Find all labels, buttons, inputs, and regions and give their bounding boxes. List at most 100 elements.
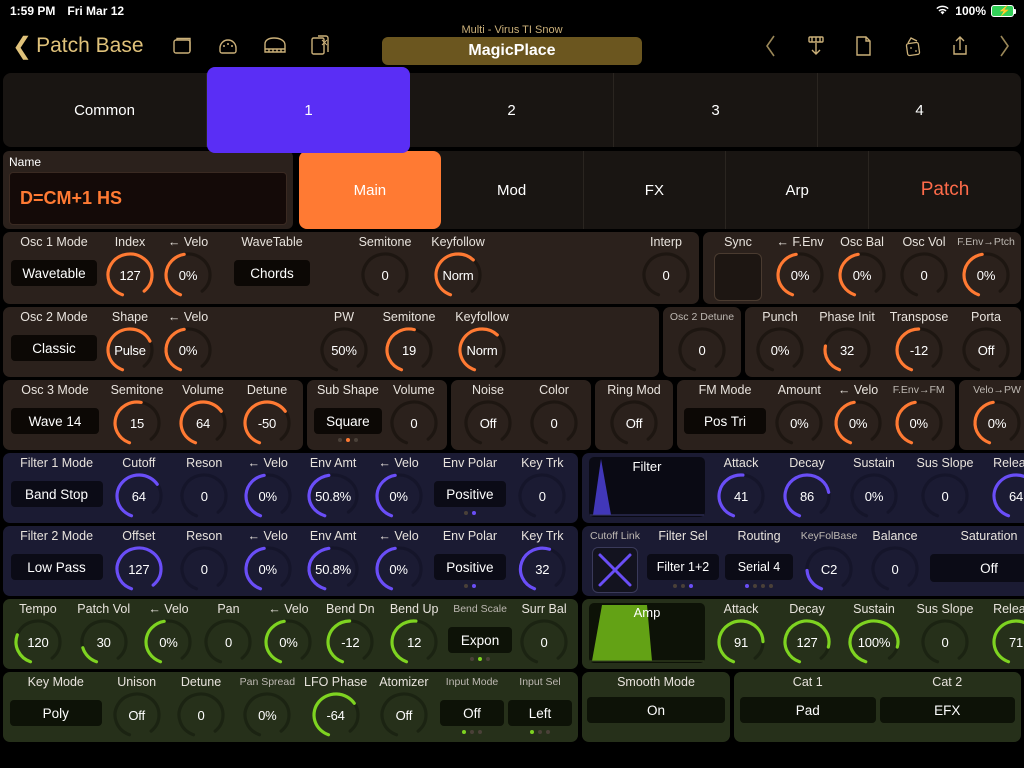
pan-velo-knob[interactable]: 0% [262,618,314,666]
chevron-left-icon[interactable] [763,33,779,59]
name-value[interactable]: D=CM+1 HS [9,172,287,225]
phase-init-knob[interactable]: 32 [821,326,873,374]
osc1-semitone-knob[interactable]: 0 [359,251,411,299]
osc2-mode-select[interactable]: Classic [11,335,97,361]
smooth-mode-select[interactable]: On [587,697,725,723]
bend-dn-knob[interactable]: -12 [324,618,376,666]
osc2-detune-knob[interactable]: 0 [676,326,728,374]
osc1-index-knob[interactable]: 127 [104,251,156,299]
osc3-semitone-knob[interactable]: 15 [111,399,163,447]
cat2-select[interactable]: EFX [879,697,1015,723]
tempo-knob[interactable]: 120 [12,618,64,666]
osc3-detune-knob[interactable]: -50 [241,399,293,447]
input-mode-select[interactable]: Off [440,700,505,726]
velo-pw-knob[interactable]: 0% [971,399,1023,447]
osc2-shape-knob[interactable]: Pulse [104,326,156,374]
filter-release-knob[interactable]: 64 [990,472,1024,520]
osc1-volume-knob[interactable]: 0 [898,251,950,299]
fm-mode-select[interactable]: Pos Tri [684,408,766,434]
amp-decay-knob[interactable]: 127 [781,618,833,666]
amp-release-knob[interactable]: 71 [990,618,1024,666]
filter2-reson-knob[interactable]: 0 [178,545,230,593]
unison-knob[interactable]: Off [111,691,163,739]
filter1-env-amt-knob[interactable]: 50.8% [305,472,361,520]
porta-knob[interactable]: Off [960,326,1012,374]
amp-attack-knob[interactable]: 91 [715,618,767,666]
patch-vol-knob[interactable]: 30 [78,618,130,666]
filter-attack-knob[interactable]: 41 [715,472,767,520]
osc3-volume-knob[interactable]: 64 [177,399,229,447]
tab-arp[interactable]: Arp [726,151,869,229]
amp-sus-slope-knob[interactable]: 0 [919,618,971,666]
bend-scale-select[interactable]: Expon [448,627,513,653]
filter2-env-velo-knob[interactable]: 0% [373,545,425,593]
cat1-select[interactable]: Pad [740,697,876,723]
piano-keyboard-icon[interactable] [262,35,288,57]
folder-icon[interactable] [170,35,194,57]
osc1-balance-knob[interactable]: 0% [836,251,888,299]
punch-knob[interactable]: 0% [754,326,806,374]
back-to-patch-base-button[interactable]: ❮ Patch Base [12,32,144,61]
documents-icon[interactable] [310,34,332,58]
osc1-keyfollow-knob[interactable]: Norm [432,251,484,299]
surr-bal-knob[interactable]: 0 [518,618,570,666]
osc2-pw-knob[interactable]: 50% [318,326,370,374]
part-tab-1[interactable]: 1 [207,67,410,153]
amp-envelope-graph[interactable]: Amp [589,603,705,663]
color-knob[interactable]: 0 [528,399,580,447]
amp-sustain-knob[interactable]: 100% [846,618,902,666]
patch-vol-velo-knob[interactable]: 0% [142,618,194,666]
fm-velo-knob[interactable]: 0% [832,399,884,447]
filter-sel-select[interactable]: Filter 1+2 [647,554,719,580]
fenv-fm-knob[interactable]: 0% [893,399,945,447]
filter2-env-amt-knob[interactable]: 50.8% [305,545,361,593]
midi-din-icon[interactable] [216,34,240,58]
filter1-env-velo-knob[interactable]: 0% [373,472,425,520]
sub-shape-select[interactable]: Square [313,408,382,434]
tab-mod[interactable]: Mod [441,151,584,229]
atomizer-knob[interactable]: Off [378,691,430,739]
import-icon[interactable] [804,34,828,58]
osc1-wavetable-select[interactable]: Chords [234,260,310,286]
osc1-sync-toggle[interactable] [714,253,762,301]
filter1-reson-knob[interactable]: 0 [178,472,230,520]
routing-select[interactable]: Serial 4 [725,554,793,580]
patch-name-button[interactable]: MagicPlace [382,37,642,65]
lfo-phase-knob[interactable]: -64 [310,691,362,739]
osc2-shape-velo-knob[interactable]: 0% [162,326,214,374]
filter-balance-knob[interactable]: 0 [869,545,921,593]
filter-envelope-graph[interactable]: Filter [589,457,705,517]
pan-knob[interactable]: 0 [202,618,254,666]
osc1-fenv-knob[interactable]: 0% [774,251,826,299]
input-sel-select[interactable]: Left [508,700,573,726]
filter-sustain-knob[interactable]: 0% [848,472,900,520]
fm-amount-knob[interactable]: 0% [773,399,825,447]
filter-decay-knob[interactable]: 86 [781,472,833,520]
filter1-key-trk-knob[interactable]: 0 [516,472,568,520]
bend-up-knob[interactable]: 12 [388,618,440,666]
filter1-env-polar-select[interactable]: Positive [433,481,506,507]
unison-detune-knob[interactable]: 0 [175,691,227,739]
part-tab-4[interactable]: 4 [818,73,1021,147]
part-tab-2[interactable]: 2 [410,73,614,147]
filter1-cutoff-knob[interactable]: 64 [113,472,165,520]
keyfol-base-knob[interactable]: C2 [803,545,855,593]
filter-sus-slope-knob[interactable]: 0 [919,472,971,520]
tab-fx[interactable]: FX [584,151,727,229]
osc2-semitone-knob[interactable]: 19 [383,326,435,374]
filter2-mode-select[interactable]: Low Pass [10,554,103,580]
pan-spread-knob[interactable]: 0% [241,691,293,739]
share-icon[interactable] [949,34,971,58]
tab-main[interactable]: Main [299,151,441,229]
chevron-right-icon[interactable] [996,33,1012,59]
osc3-mode-select[interactable]: Wave 14 [11,408,99,434]
filter2-key-trk-knob[interactable]: 32 [516,545,568,593]
patch-button[interactable]: Patch [869,151,1021,229]
filter2-offset-knob[interactable]: 127 [113,545,165,593]
dice-icon[interactable] [898,34,924,58]
saturation-select[interactable]: Off [930,554,1024,582]
osc1-index-velo-knob[interactable]: 0% [162,251,214,299]
filter1-mode-select[interactable]: Band Stop [10,481,103,507]
sub-volume-knob[interactable]: 0 [388,399,440,447]
osc1-mode-select[interactable]: Wavetable [11,260,97,286]
